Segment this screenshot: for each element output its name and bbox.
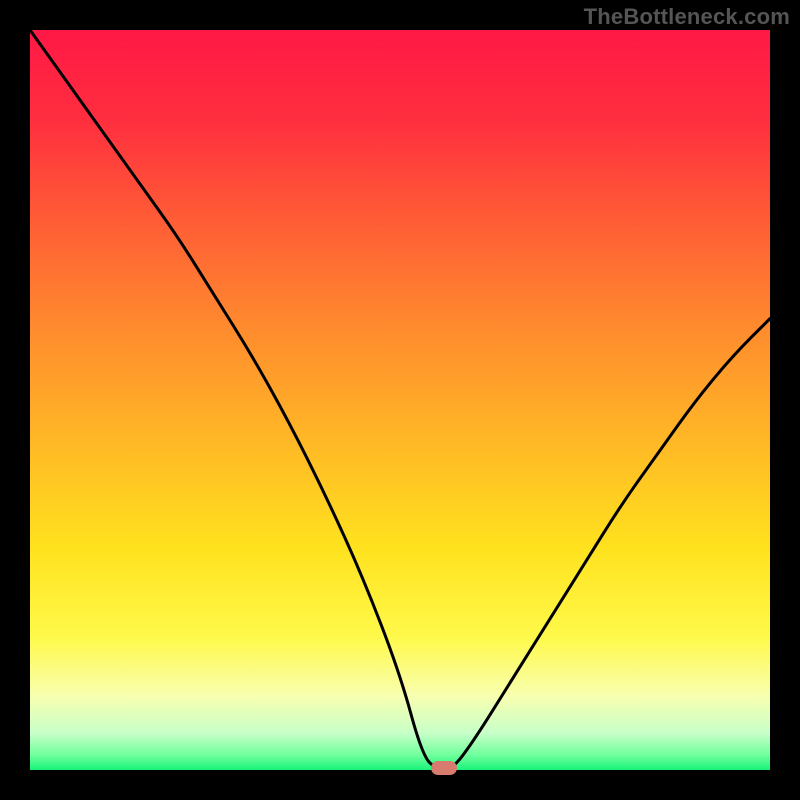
gradient-plot xyxy=(30,30,770,770)
gradient-background xyxy=(30,30,770,770)
plot-area xyxy=(30,30,770,770)
watermark-text: TheBottleneck.com xyxy=(584,4,790,30)
chart-frame: TheBottleneck.com xyxy=(0,0,800,800)
minimum-marker xyxy=(431,761,457,775)
